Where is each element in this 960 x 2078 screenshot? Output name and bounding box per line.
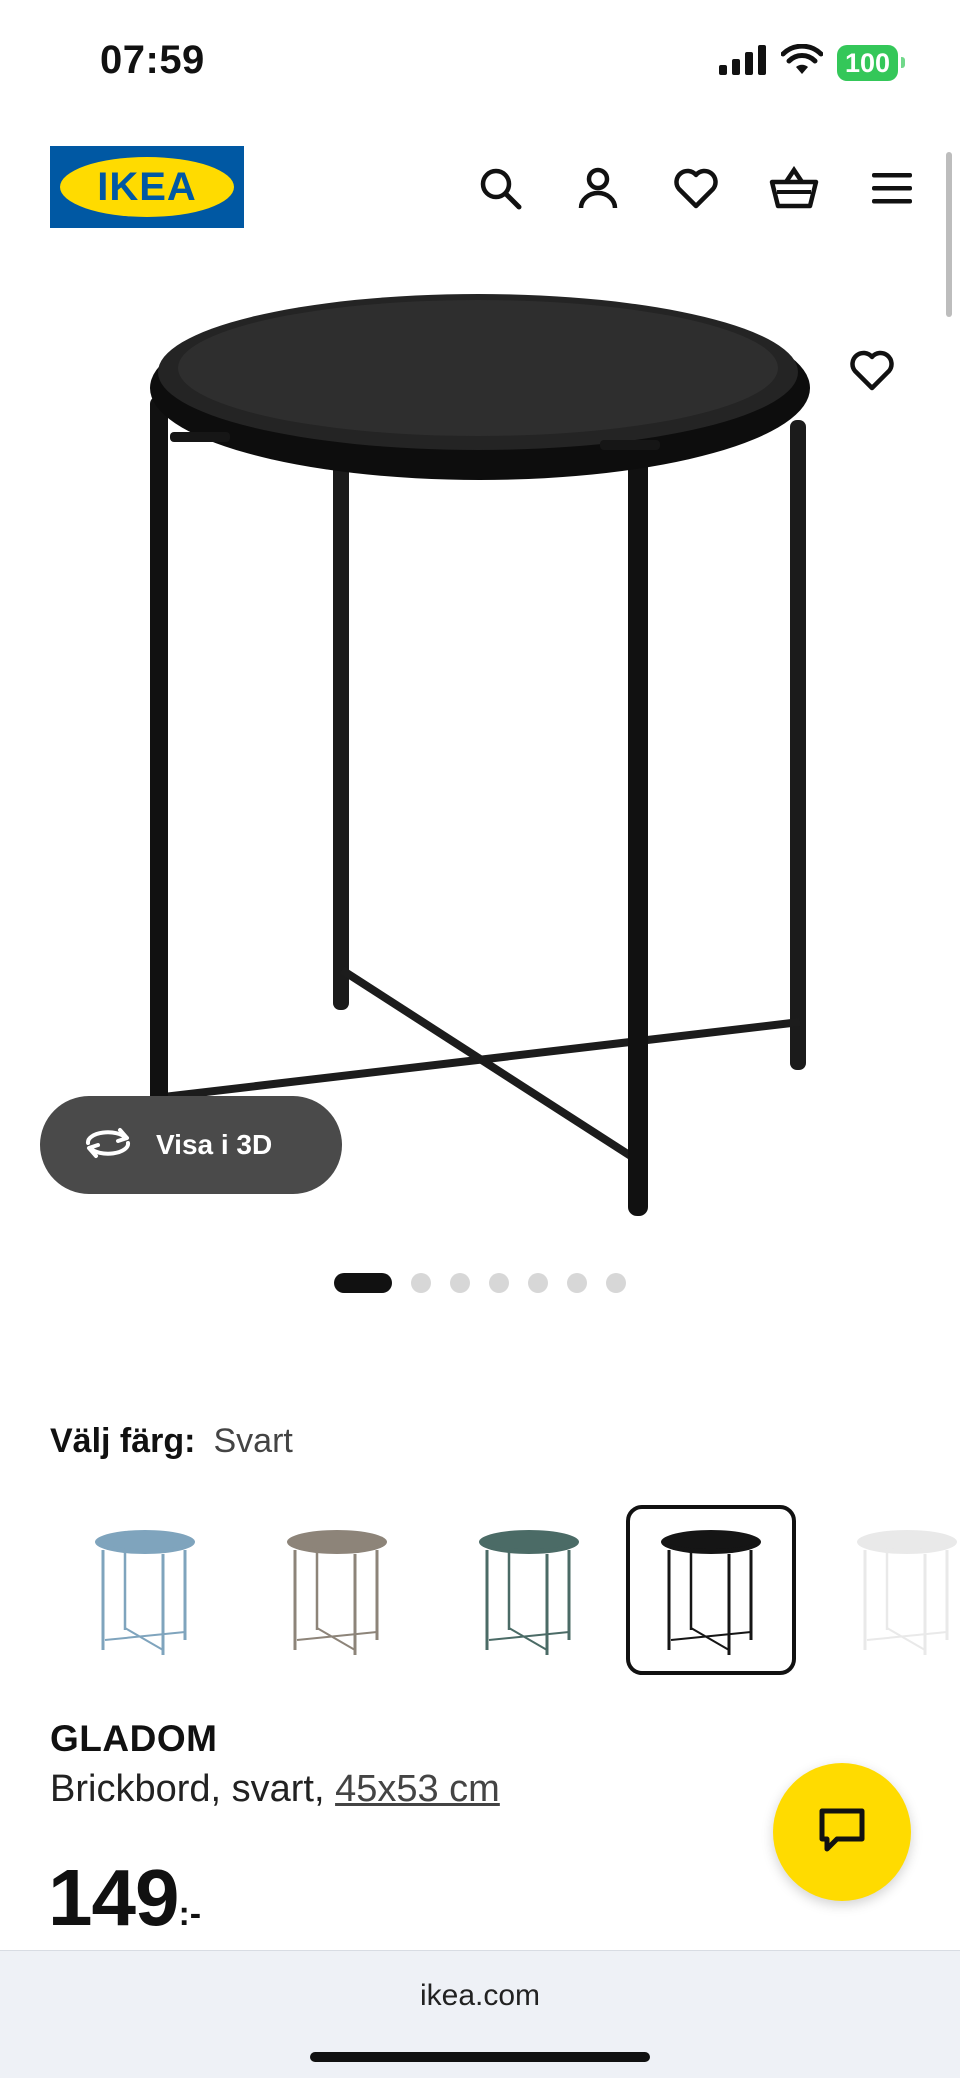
address-bar[interactable]: ikea.com — [0, 1979, 960, 2013]
account-icon[interactable] — [570, 160, 626, 216]
home-indicator[interactable] — [310, 2052, 650, 2062]
product-size-link[interactable]: 45x53 cm — [335, 1768, 500, 1810]
product-image[interactable] — [0, 260, 960, 1240]
gallery-dot[interactable] — [528, 1273, 548, 1293]
color-selected-value: Svart — [213, 1422, 293, 1460]
battery-indicator: 100 — [836, 44, 906, 81]
swatch-thumbnail — [95, 1530, 195, 1655]
gallery-dot[interactable] — [411, 1273, 431, 1293]
color-swatch-dark-green[interactable] — [444, 1505, 614, 1675]
logo-text: IKEA — [97, 164, 197, 209]
color-swatch-black[interactable] — [626, 1505, 796, 1675]
ikea-logo[interactable]: IKEA — [50, 146, 244, 228]
color-picker-header: Välj färg: Svart — [50, 1422, 293, 1461]
logo-oval: IKEA — [60, 157, 234, 217]
favorites-icon[interactable] — [668, 160, 724, 216]
status-time: 07:59 — [100, 38, 205, 82]
color-swatch-white[interactable] — [822, 1505, 960, 1675]
color-label: Välj färg: — [50, 1422, 196, 1460]
swatch-thumbnail — [857, 1530, 957, 1655]
cart-icon[interactable] — [766, 160, 822, 216]
gallery-dot[interactable] — [606, 1273, 626, 1293]
site-header: IKEA — [0, 140, 960, 236]
color-swatch-light-blue[interactable] — [60, 1505, 230, 1675]
rotate-3d-icon — [82, 1126, 134, 1165]
wifi-icon — [780, 43, 824, 81]
table-image — [150, 294, 810, 1216]
image-favorite-icon[interactable] — [842, 340, 902, 400]
gallery-dot[interactable] — [450, 1273, 470, 1293]
gallery-dot[interactable] — [489, 1273, 509, 1293]
signal-icon — [718, 45, 767, 80]
swatch-thumbnail — [287, 1530, 387, 1655]
view-3d-button[interactable]: Visa i 3D — [40, 1096, 342, 1194]
swatch-thumbnail — [479, 1530, 579, 1655]
search-icon[interactable] — [472, 160, 528, 216]
color-swatch-beige[interactable] — [252, 1505, 422, 1675]
product-description: Brickbord, svart, 45x53 cm — [50, 1768, 500, 1811]
chat-button[interactable] — [773, 1763, 911, 1901]
status-bar: 07:59 100 — [0, 0, 960, 120]
status-icons: 100 — [718, 43, 906, 81]
product-name: GLADOM — [50, 1718, 218, 1759]
gallery-dot[interactable] — [334, 1273, 392, 1293]
swatch-thumbnail — [661, 1530, 761, 1655]
browser-bar: ikea.com — [0, 1950, 960, 2078]
product-description-text: Brickbord, svart, — [50, 1768, 336, 1810]
chat-icon — [817, 1806, 867, 1859]
price-suffix: :- — [178, 1895, 202, 1933]
gallery-dot[interactable] — [567, 1273, 587, 1293]
header-icons — [472, 160, 920, 216]
color-swatches — [0, 1505, 960, 1677]
price-integer: 149 — [48, 1853, 179, 1942]
product-price: 149 :- — [48, 1852, 201, 1944]
view-3d-label: Visa i 3D — [156, 1129, 273, 1160]
menu-icon[interactable] — [864, 160, 920, 216]
gallery-pagination — [0, 1273, 960, 1293]
